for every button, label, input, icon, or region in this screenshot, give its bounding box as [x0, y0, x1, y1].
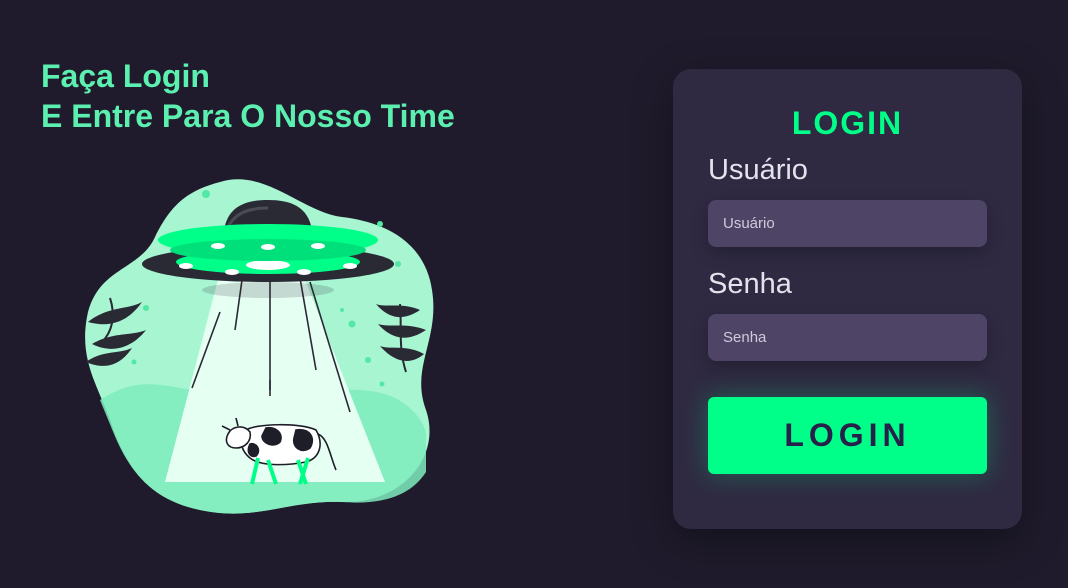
password-label: Senha [708, 268, 792, 300]
username-input[interactable] [708, 200, 987, 247]
login-card: LOGIN Usuário Senha LOGIN [673, 69, 1022, 529]
headline-line-1: Faça Login [41, 58, 210, 94]
headline-line-2: E Entre Para O Nosso Time [41, 98, 455, 134]
password-input[interactable] [708, 314, 987, 361]
ufo-cow-illustration [85, 179, 434, 514]
page-headline: Faça Login E Entre Para O Nosso Time [41, 56, 455, 136]
login-card-title: LOGIN [791, 105, 904, 141]
login-button[interactable]: LOGIN [708, 397, 987, 474]
username-label: Usuário [708, 154, 808, 186]
